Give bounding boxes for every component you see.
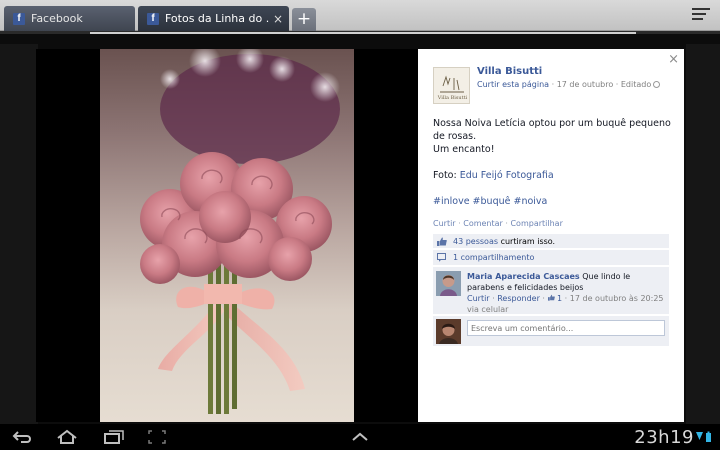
system-navigation-bar: 23h19	[0, 424, 720, 450]
likes-row: 43 pessoas curtiram isso.	[433, 234, 669, 249]
page-avatar[interactable]: Villa Bisutti	[433, 67, 470, 104]
photo-credit-link[interactable]: Edu Feijó Fotografia	[460, 170, 554, 181]
post-date[interactable]: 17 de outubro	[557, 80, 614, 89]
comment-input[interactable]	[467, 320, 665, 336]
facebook-icon: f	[13, 12, 25, 25]
home-icon[interactable]	[56, 429, 78, 445]
edited-label[interactable]: Editado	[621, 80, 651, 89]
share-icon	[437, 253, 446, 262]
close-icon[interactable]: ×	[668, 52, 679, 67]
comment-like-link[interactable]: Curtir	[467, 294, 490, 303]
browser-menu-icon[interactable]	[692, 8, 710, 24]
photo-rose-bouquet	[100, 49, 354, 422]
post-details-panel: × Villa Bisutti Villa Bisutti Curtir est…	[418, 49, 684, 422]
photo-credit-label: Foto:	[433, 170, 457, 181]
back-icon[interactable]	[12, 429, 34, 445]
like-page-link[interactable]: Curtir esta página	[477, 80, 549, 89]
share-action[interactable]: Compartilhar	[510, 219, 562, 228]
likes-suffix: curtiram isso.	[498, 237, 556, 246]
tab-fotos-da-linha[interactable]: f Fotos da Linha do ... ×	[138, 6, 289, 31]
globe-icon	[653, 81, 661, 88]
thumbs-up-icon	[437, 237, 447, 246]
shares-row: 1 compartilhamento	[433, 250, 669, 266]
post-body: Nossa Noiva Letícia optou por um buquê p…	[433, 117, 678, 221]
post-meta: Curtir esta página · 17 de outubro · Edi…	[477, 80, 661, 89]
new-tab-button[interactable]: +	[292, 8, 316, 31]
write-comment-row	[433, 316, 669, 346]
comment-author-link[interactable]: Maria Aparecida Cascaes	[467, 272, 580, 281]
shares-link[interactable]: 1 compartilhamento	[453, 253, 534, 262]
comment-body: Maria Aparecida Cascaes Que lindo le par…	[467, 272, 664, 314]
comment-reply-link[interactable]: Responder	[497, 294, 540, 303]
tab-close-icon[interactable]: ×	[270, 12, 286, 26]
post-text-line: Um encanto!	[433, 144, 495, 155]
comment-action[interactable]: Comentar	[463, 219, 503, 228]
tab-title: Facebook	[31, 12, 83, 25]
recent-apps-icon[interactable]	[103, 429, 125, 445]
screen: f Facebook f Fotos da Linha do ... × + ×…	[0, 0, 720, 450]
signal-battery-icon[interactable]	[696, 431, 712, 443]
comment-row: Maria Aparecida Cascaes Que lindo le par…	[433, 267, 669, 315]
likes-count-link[interactable]: 43 pessoas	[453, 237, 498, 246]
page-name-link[interactable]: Villa Bisutti	[477, 66, 542, 77]
svg-text:Villa Bisutti: Villa Bisutti	[437, 95, 468, 101]
facebook-icon: f	[147, 12, 159, 25]
post-actions: Curtir · Comentar · Compartilhar	[433, 219, 563, 228]
browser-tab-bar: f Facebook f Fotos da Linha do ... × +	[0, 0, 720, 31]
screenshot-icon[interactable]	[147, 429, 167, 445]
up-arrow-icon[interactable]	[350, 429, 370, 445]
like-action[interactable]: Curtir	[433, 219, 456, 228]
tab-title: Fotos da Linha do ...	[165, 12, 270, 25]
commenter-avatar[interactable]	[436, 271, 461, 296]
photo-viewer[interactable]	[36, 49, 418, 422]
clock[interactable]: 23h19	[634, 427, 694, 448]
thumbs-up-icon	[547, 294, 555, 301]
hashtags[interactable]: #inlove #buquê #noiva	[433, 195, 678, 208]
tab-facebook[interactable]: f Facebook	[4, 6, 135, 31]
post-text-line: Nossa Noiva Letícia optou por um buquê p…	[433, 118, 671, 142]
current-user-avatar	[436, 319, 461, 344]
